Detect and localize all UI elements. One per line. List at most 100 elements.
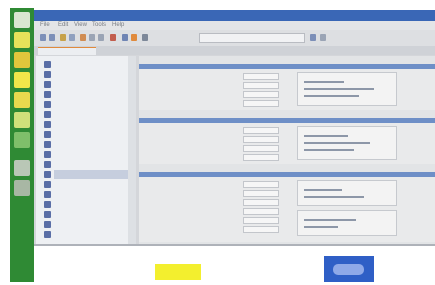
tree-item[interactable]	[44, 190, 134, 199]
tree-item[interactable]	[44, 200, 134, 209]
thumbnail-image[interactable]	[324, 256, 374, 282]
tree-item[interactable]	[44, 220, 134, 229]
document-icon	[44, 91, 51, 98]
delete-icon[interactable]	[110, 34, 116, 41]
form-row	[143, 154, 281, 161]
section-header	[139, 172, 435, 177]
tree-item[interactable]	[44, 80, 134, 89]
open-icon[interactable]	[60, 34, 66, 41]
title-bar[interactable]	[34, 10, 435, 21]
form-field[interactable]	[243, 91, 279, 98]
tree-item[interactable]	[44, 100, 134, 109]
document-icon	[44, 201, 51, 208]
launcher-print-icon[interactable]	[14, 160, 30, 176]
form-section-2	[139, 118, 435, 164]
detail-line	[304, 81, 344, 83]
sticky-note[interactable]	[155, 264, 201, 280]
launcher-settings-icon[interactable]	[14, 132, 30, 148]
tree-item[interactable]	[44, 160, 134, 169]
menu-file[interactable]: File	[40, 22, 50, 28]
document-icon	[44, 131, 51, 138]
forward-icon[interactable]	[49, 34, 55, 41]
go-icon[interactable]	[310, 34, 316, 41]
tab-4[interactable]	[210, 47, 264, 55]
form-field[interactable]	[243, 199, 279, 206]
tree-item[interactable]	[44, 120, 134, 129]
thumbnail-logo	[333, 264, 364, 275]
menu-tools[interactable]: Tools	[92, 22, 106, 28]
detail-box	[297, 210, 397, 236]
detail-line	[304, 135, 348, 137]
form-row	[143, 145, 281, 152]
menu-view[interactable]: View	[74, 22, 87, 28]
menu-edit[interactable]: Edit	[58, 22, 68, 28]
detail-line	[304, 149, 354, 151]
form-section-3	[139, 172, 435, 242]
print-icon[interactable]	[142, 34, 148, 41]
launcher-mail-icon[interactable]	[14, 92, 30, 108]
tree-item[interactable]	[44, 90, 134, 99]
form-area	[139, 56, 435, 244]
tree-item[interactable]	[44, 230, 134, 239]
folder-icon	[44, 71, 51, 78]
tree-scrollbar[interactable]	[128, 56, 136, 244]
form-row	[143, 226, 281, 233]
document-icon	[44, 221, 51, 228]
document-icon	[44, 101, 51, 108]
form-field[interactable]	[243, 190, 279, 197]
save-icon[interactable]	[69, 34, 75, 41]
document-icon	[44, 211, 51, 218]
tree-item[interactable]	[44, 130, 134, 139]
application-window: File Edit View Tools Help	[34, 10, 435, 246]
form-field[interactable]	[243, 181, 279, 188]
launcher-help-icon[interactable]	[14, 180, 30, 196]
section-header	[139, 64, 435, 69]
tree-item[interactable]	[44, 210, 134, 219]
launcher-app-icon[interactable]	[14, 12, 30, 28]
menu-help[interactable]: Help	[112, 22, 124, 28]
launcher-note-icon[interactable]	[14, 72, 30, 88]
launcher-folder-icon[interactable]	[14, 32, 30, 48]
form-field[interactable]	[243, 208, 279, 215]
form-field[interactable]	[243, 82, 279, 89]
tree-item[interactable]	[44, 110, 134, 119]
document-icon	[44, 171, 51, 178]
tab-2[interactable]	[98, 47, 152, 55]
form-field[interactable]	[243, 226, 279, 233]
launcher-tool-icon[interactable]	[14, 112, 30, 128]
form-field[interactable]	[243, 217, 279, 224]
address-field[interactable]	[199, 33, 305, 43]
search-icon[interactable]	[122, 34, 128, 41]
tab-3[interactable]	[154, 47, 208, 55]
back-icon[interactable]	[40, 34, 46, 41]
form-row	[143, 199, 281, 206]
copy-icon[interactable]	[89, 34, 95, 41]
launcher-star-icon[interactable]	[14, 52, 30, 68]
refresh-icon[interactable]	[131, 34, 137, 41]
folder-icon	[44, 61, 51, 68]
form-field[interactable]	[243, 145, 279, 152]
tree-item[interactable]	[44, 60, 134, 69]
form-field[interactable]	[243, 136, 279, 143]
detail-line	[304, 95, 359, 97]
tree-item-selected[interactable]	[44, 170, 134, 179]
form-row	[143, 127, 281, 134]
detail-line	[304, 142, 370, 144]
document-icon	[44, 141, 51, 148]
form-field[interactable]	[243, 73, 279, 80]
form-field[interactable]	[243, 127, 279, 134]
form-field[interactable]	[243, 100, 279, 107]
tree-item[interactable]	[44, 180, 134, 189]
form-row	[143, 91, 281, 98]
cut-icon[interactable]	[80, 34, 86, 41]
detail-line	[304, 196, 364, 198]
tab-1[interactable]	[38, 47, 96, 55]
form-field[interactable]	[243, 154, 279, 161]
detail-box	[297, 72, 397, 106]
tree-item[interactable]	[44, 140, 134, 149]
tree-item[interactable]	[44, 150, 134, 159]
options-icon[interactable]	[320, 34, 326, 41]
detail-line	[304, 189, 342, 191]
paste-icon[interactable]	[98, 34, 104, 41]
tree-item[interactable]	[44, 70, 134, 79]
